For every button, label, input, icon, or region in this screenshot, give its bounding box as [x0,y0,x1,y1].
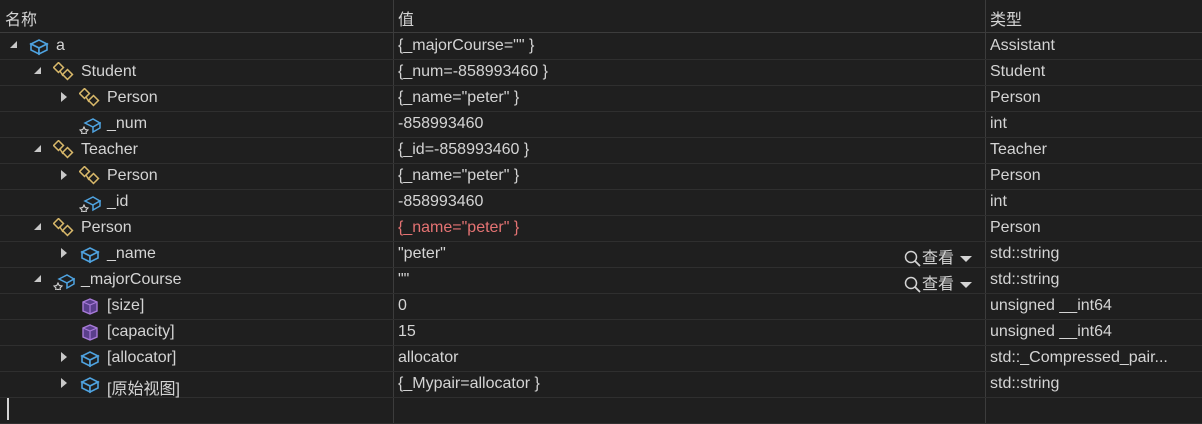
collapse-arrow-icon[interactable] [34,145,41,152]
cube-icon [82,324,98,341]
table-row[interactable]: [原始视图] {_Mypair=allocator } std::string [0,371,1202,398]
variable-value[interactable]: {_id=-858993460 } [398,141,529,159]
table-row[interactable]: [allocator] allocator std::_Compressed_p… [0,345,1202,372]
object-icon [81,351,99,367]
cube-icon [82,298,98,315]
expand-arrow-icon[interactable] [61,378,67,388]
header-name[interactable]: 名称 [5,6,37,30]
table-row[interactable]: Student {_num=-858993460 } Student [0,59,1202,86]
variable-value[interactable]: {_majorCourse="" } [398,37,534,55]
search-icon [904,276,921,293]
field-icon [53,274,75,290]
variable-name: _name [107,245,156,262]
base-class-icon [53,218,74,237]
new-watch-row[interactable] [0,397,1202,424]
variable-type: Teacher [990,141,1047,158]
variable-name: Person [81,219,132,236]
expand-arrow-icon[interactable] [61,248,67,258]
base-class-icon [79,166,100,185]
variable-name: [capacity] [107,323,175,340]
object-icon [81,377,99,393]
variable-type: std::string [990,375,1060,392]
column-header: 名称 值 类型 [0,0,1202,33]
table-row[interactable]: _id -858993460 int [0,189,1202,216]
collapse-arrow-icon[interactable] [34,223,41,230]
table-row[interactable]: _name "peter" 查看 std::string [0,241,1202,268]
variable-name: _num [107,115,148,132]
variable-value[interactable]: {_name="peter" } [398,219,519,237]
variable-type: Assistant [990,37,1055,54]
variable-value[interactable]: {_name="peter" } [398,167,519,185]
table-row[interactable]: Person {_name="peter" } Person [0,215,1202,242]
variable-name: _id [107,193,129,210]
table-row[interactable]: a {_majorCourse="" } Assistant [0,33,1202,60]
view-label: 查看 [922,250,955,267]
field-icon [79,196,101,212]
collapse-arrow-icon[interactable] [34,275,41,282]
variable-type: Student [990,63,1046,80]
table-row[interactable]: Person {_name="peter" } Person [0,85,1202,112]
expand-arrow-icon[interactable] [61,352,67,362]
variable-type: Person [990,219,1041,236]
variable-name: Teacher [81,141,138,158]
variable-name: [原始视图] [107,381,180,398]
variable-value[interactable]: 0 [398,297,407,315]
object-icon [30,39,48,55]
variable-type: std::_Compressed_pair... [990,349,1168,366]
expand-arrow-icon[interactable] [61,92,67,102]
variable-type: int [990,193,1007,210]
base-class-icon [53,62,74,81]
expand-arrow-icon[interactable] [61,170,67,180]
variable-value[interactable]: "" [398,271,409,289]
variable-type: Person [990,89,1041,106]
table-row[interactable]: _majorCourse "" 查看 std::string [0,267,1202,294]
table-row[interactable]: Person {_name="peter" } Person [0,163,1202,190]
variable-name: Person [107,167,158,184]
variable-value[interactable]: -858993460 [398,115,483,133]
table-row[interactable]: _num -858993460 int [0,111,1202,138]
variable-value[interactable]: {_name="peter" } [398,89,519,107]
variable-value[interactable]: {_num=-858993460 } [398,63,548,81]
variable-value[interactable]: -858993460 [398,193,483,211]
collapse-arrow-icon[interactable] [34,67,41,74]
variable-type: unsigned __int64 [990,297,1112,314]
variable-name: a [56,37,65,54]
table-row[interactable]: [size] 0 unsigned __int64 [0,293,1202,320]
variable-type: unsigned __int64 [990,323,1112,340]
header-type[interactable]: 类型 [990,6,1022,30]
variable-type: Person [990,167,1041,184]
variable-name: Person [107,89,158,106]
chevron-down-icon[interactable] [960,255,973,262]
view-button[interactable]: 查看 [904,244,973,268]
table-row[interactable]: Teacher {_id=-858993460 } Teacher [0,137,1202,164]
variable-type: int [990,115,1007,132]
variable-value[interactable]: "peter" [398,245,446,263]
variable-value[interactable]: {_Mypair=allocator } [398,375,540,393]
collapse-arrow-icon[interactable] [10,41,17,48]
base-class-icon [53,140,74,159]
object-icon [81,247,99,263]
search-icon [904,250,921,267]
variable-name: Student [81,63,137,80]
variable-name: [size] [107,297,145,314]
variable-name: [allocator] [107,349,177,366]
chevron-down-icon[interactable] [960,281,973,288]
variable-name: _majorCourse [81,271,182,288]
header-value[interactable]: 值 [398,6,414,30]
variable-value[interactable]: allocator [398,349,458,367]
view-button[interactable]: 查看 [904,270,973,294]
variable-type: std::string [990,271,1060,288]
field-icon [79,118,101,134]
variable-value[interactable]: 15 [398,323,416,341]
base-class-icon [79,88,100,107]
text-cursor [7,398,9,420]
variable-type: std::string [990,245,1060,262]
table-row[interactable]: [capacity] 15 unsigned __int64 [0,319,1202,346]
view-label: 查看 [922,276,955,293]
